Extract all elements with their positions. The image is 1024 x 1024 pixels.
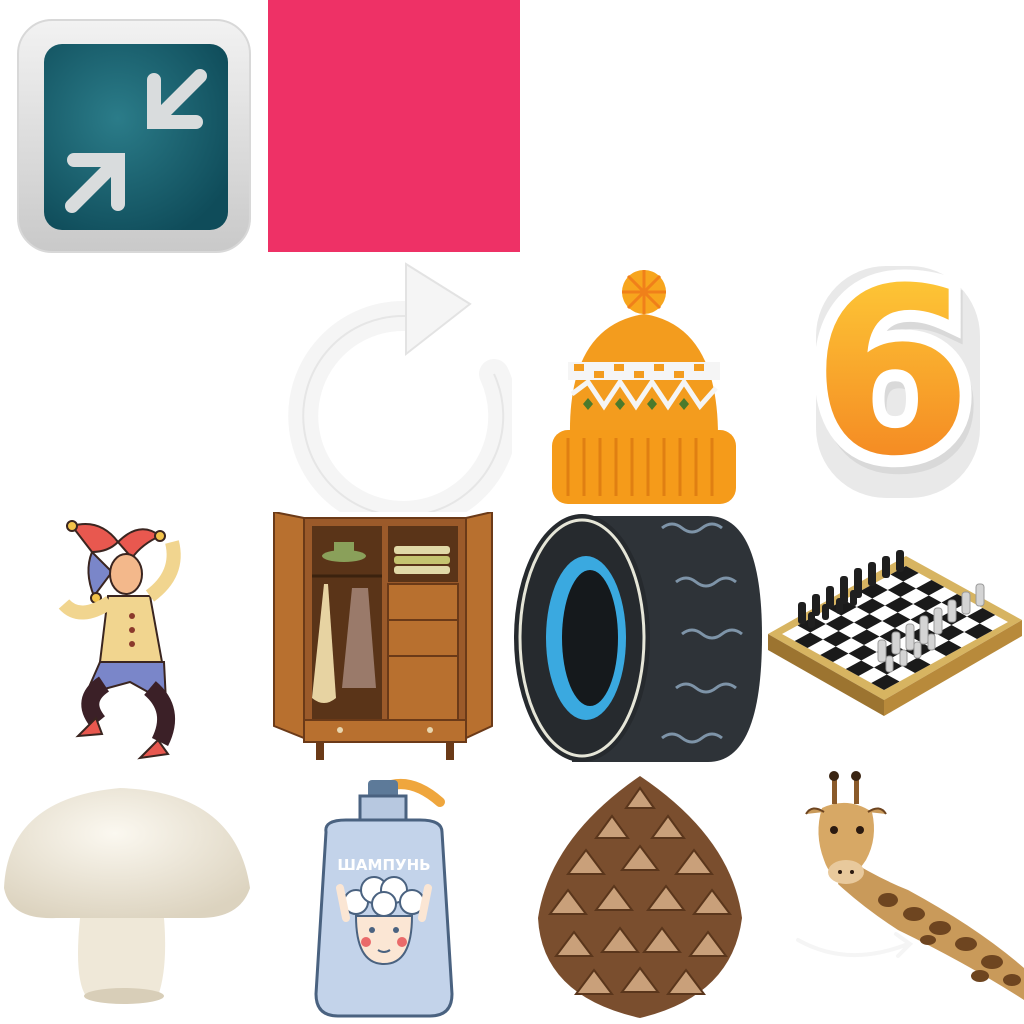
tire-icon: [514, 514, 762, 762]
pine-cone: [512, 768, 768, 1024]
collapse-arrows-icon: [17, 19, 251, 253]
chessboard: [768, 512, 1024, 768]
color-swatch: [268, 0, 520, 252]
mushroom-icon: [4, 788, 250, 1004]
giraffe: [768, 768, 1024, 1024]
shampoo-label: ШАМПУНЬ: [337, 856, 430, 874]
restart-icon: [288, 262, 512, 512]
tire: [512, 512, 768, 768]
winter-hat: [512, 256, 768, 512]
chessboard-icon: [768, 550, 1022, 716]
knit-hat-icon: [552, 270, 736, 504]
wardrobe-icon: [273, 512, 493, 760]
shampoo: ШАМПУНЬ: [256, 768, 512, 1024]
wardrobe: [256, 512, 512, 768]
number-badge: 6 6 6: [768, 256, 1024, 512]
restart-arrow[interactable]: [256, 256, 512, 512]
jester: [0, 512, 256, 768]
shampoo-bottle-icon: ШАМПУНЬ: [314, 779, 454, 1018]
giraffe-icon: [796, 771, 1024, 1000]
jester-icon: [58, 520, 181, 760]
mushroom: [0, 768, 256, 1024]
number-value: 6: [812, 256, 972, 507]
pine-cone-icon: [538, 776, 742, 1018]
collapse-button[interactable]: [0, 0, 256, 256]
